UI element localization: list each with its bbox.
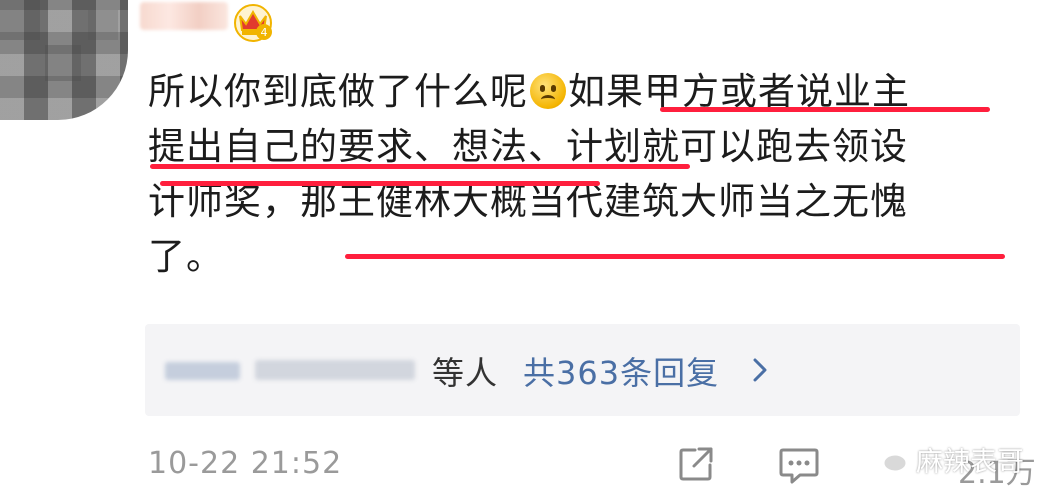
watermark-text: 麻辣表哥 <box>916 446 1024 478</box>
replies-suffix: 等人 <box>432 354 499 392</box>
comment-timestamp: 10-22 21:52 <box>148 446 343 481</box>
highlight-underline <box>660 107 990 112</box>
chevron-right-icon[interactable] <box>750 357 770 383</box>
comment-icon[interactable] <box>778 445 820 485</box>
member-crown-icon: 4 <box>234 4 272 42</box>
replier-names <box>165 352 420 388</box>
badge-level: 4 <box>261 26 268 39</box>
wechat-logo-icon <box>870 443 909 474</box>
comment-text-part: 所以你到底做了什么呢 <box>148 70 528 113</box>
highlight-underline <box>150 164 690 169</box>
comment-text: 所以你到底做了什么呢 如果甲方或者说业主 提出自己的要求、想法、计划就可以跑去领设… <box>148 64 1028 284</box>
highlight-underline <box>160 181 600 186</box>
highlight-underline <box>345 254 1005 259</box>
watermark: 麻辣表哥 <box>870 437 1024 481</box>
view-replies-link[interactable]: 共363条回复 <box>523 348 719 394</box>
replies-panel[interactable]: 等人 共363条回复 <box>145 324 1020 416</box>
upside-down-face-icon <box>530 73 566 109</box>
share-icon[interactable] <box>677 445 715 483</box>
commenter-avatar[interactable] <box>0 0 128 120</box>
commenter-name[interactable] <box>140 2 228 30</box>
